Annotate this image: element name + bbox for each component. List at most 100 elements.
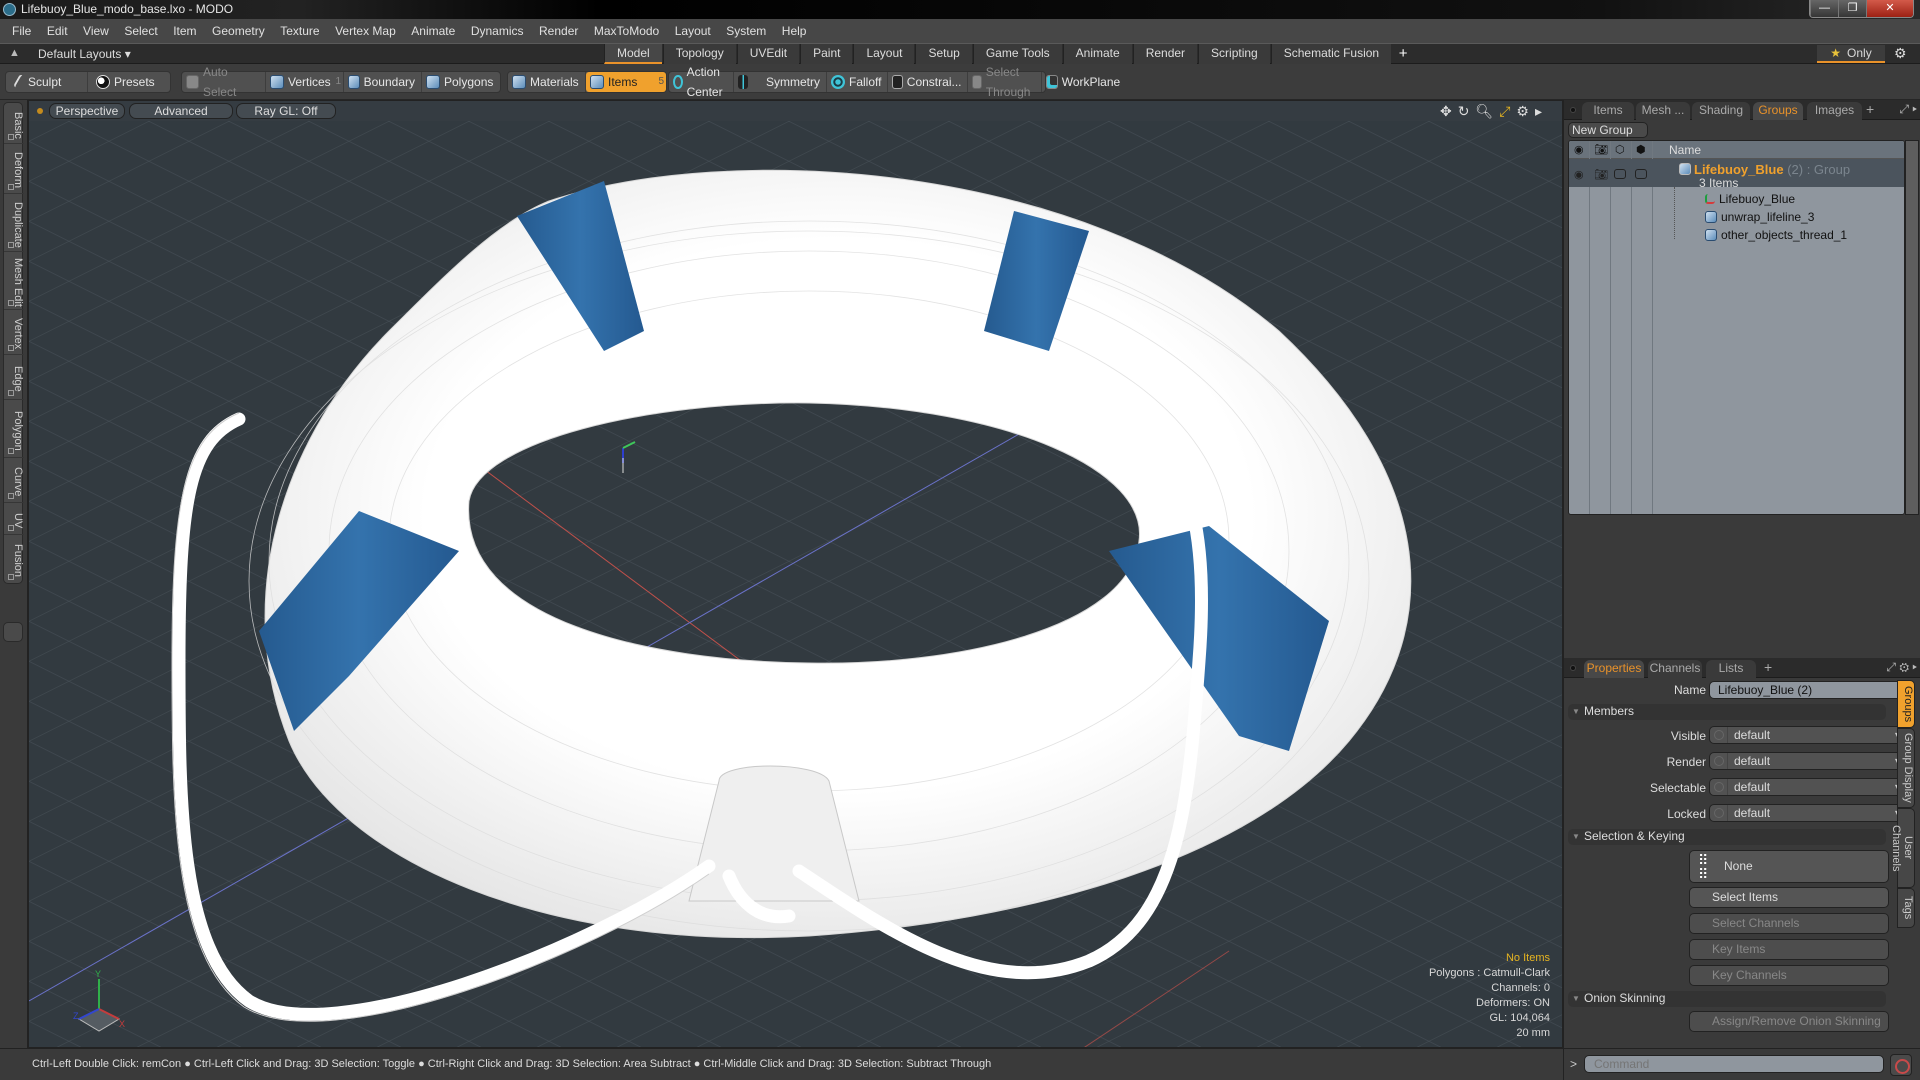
zoom-icon[interactable]: 🔍︎	[1475, 103, 1493, 120]
name-column-header[interactable]: Name	[1669, 143, 1701, 157]
sculpt-button[interactable]: Sculpt	[6, 72, 88, 92]
menu-geometry[interactable]: Geometry	[212, 24, 265, 38]
falloff-button[interactable]: Falloff	[827, 72, 889, 92]
only-toggle[interactable]: ★ Only	[1817, 45, 1885, 63]
side-tab-groups[interactable]: Groups	[1897, 680, 1915, 728]
menu-item[interactable]: Item	[173, 24, 196, 38]
group-visible-eye-icon[interactable]: ◉	[1574, 168, 1584, 181]
constraints-button[interactable]: Constrai...	[888, 72, 969, 92]
onion-skinning-section-header[interactable]: Onion Skinning	[1568, 991, 1886, 1007]
add-panel-tab-icon[interactable]: +	[1866, 101, 1874, 117]
tab-lists[interactable]: Lists	[1706, 660, 1756, 678]
menu-vertex-map[interactable]: Vertex Map	[335, 24, 396, 38]
add-tab-icon[interactable]: +	[1392, 44, 1414, 64]
items-button[interactable]: Items 5	[586, 72, 666, 92]
tab-duplicate[interactable]: Duplicate	[4, 194, 24, 252]
tab-scripting[interactable]: Scripting	[1198, 44, 1270, 64]
menu-texture[interactable]: Texture	[280, 24, 319, 38]
tab-images[interactable]: Images	[1807, 102, 1862, 120]
menu-animate[interactable]: Animate	[411, 24, 455, 38]
tab-schematic-fusion[interactable]: Schematic Fusion	[1270, 44, 1392, 64]
key-items-button[interactable]: Key Items	[1689, 939, 1889, 960]
side-tab-tags[interactable]: Tags	[1897, 888, 1915, 928]
materials-button[interactable]: Materials	[508, 72, 586, 92]
default-layouts-dropdown[interactable]: Default Layouts ▾	[38, 47, 131, 61]
shading-mode-button[interactable]: Advanced	[129, 103, 233, 119]
tab-channels[interactable]: Channels	[1648, 660, 1702, 678]
menu-dynamics[interactable]: Dynamics	[471, 24, 524, 38]
maximize-icon[interactable]: ⤢	[1499, 103, 1510, 120]
gear-icon[interactable]: ⚙	[1894, 45, 1907, 62]
tab-vertex[interactable]: Vertex	[4, 310, 24, 355]
name-field[interactable]: Lifebuoy_Blue (2)	[1709, 681, 1909, 699]
raygl-button[interactable]: Ray GL: Off	[236, 103, 336, 119]
new-group-button[interactable]: New Group	[1568, 122, 1648, 138]
select-through-button[interactable]: Select Through	[968, 65, 1043, 99]
visibility-column-eye-icon[interactable]: ◉	[1574, 143, 1584, 156]
tab-uv[interactable]: UV	[4, 503, 24, 535]
minimize-button[interactable]: —	[1810, 0, 1838, 17]
polygons-button[interactable]: Polygons	[422, 72, 500, 92]
tab-model[interactable]: Model	[604, 44, 662, 64]
tab-shading[interactable]: Shading	[1692, 102, 1750, 120]
menu-file[interactable]: File	[12, 24, 31, 38]
tab-layout[interactable]: Layout	[853, 44, 915, 64]
workplane-button[interactable]: WorkPlane	[1042, 72, 1126, 92]
pan-icon[interactable]: ✥	[1440, 103, 1452, 120]
group-render-camera-icon[interactable]: 📷︎	[1594, 168, 1608, 181]
menu-maxtomodo[interactable]: MaxToModo	[594, 24, 659, 38]
tab-animate[interactable]: Animate	[1062, 44, 1132, 64]
tab-mesh-edit[interactable]: Mesh Edit	[4, 252, 24, 310]
selectable-column-cube-icon[interactable]: ⬡	[1615, 143, 1625, 156]
groups-list[interactable]: ◉ 📷︎ ⬡ ⬢ Name ◉ 📷︎ Lifebuoy_Blue (2) : G…	[1568, 140, 1905, 515]
3d-viewport[interactable]: Perspective Advanced Ray GL: Off ✥ ↻ 🔍︎ …	[28, 100, 1563, 1048]
menu-render[interactable]: Render	[539, 24, 578, 38]
view-mode-button[interactable]: Perspective	[49, 103, 125, 119]
group-member-item[interactable]: unwrap_lifeline_3	[1705, 210, 1814, 224]
rotate-icon[interactable]: ↻	[1458, 103, 1470, 120]
tab-fusion[interactable]: Fusion	[4, 535, 24, 583]
tab-deform[interactable]: Deform	[4, 144, 24, 194]
locked-dropdown[interactable]: default▼	[1709, 804, 1909, 822]
viewport-menu-arrow-icon[interactable]: ▸	[1535, 103, 1542, 120]
command-input[interactable]	[1584, 1055, 1884, 1073]
assign-onion-skinning-button[interactable]: Assign/Remove Onion Skinning	[1689, 1011, 1889, 1032]
tab-topology[interactable]: Topology	[662, 44, 736, 64]
presets-button[interactable]: Presets	[88, 72, 170, 92]
selectable-dropdown[interactable]: default▼	[1709, 778, 1909, 796]
tab-render[interactable]: Render	[1132, 44, 1198, 64]
menu-help[interactable]: Help	[782, 24, 807, 38]
boundary-button[interactable]: Boundary	[344, 72, 422, 92]
render-dropdown[interactable]: default▼	[1709, 752, 1909, 770]
locked-column-cube-icon[interactable]: ⬢	[1636, 143, 1646, 156]
group-locked-toggle[interactable]	[1635, 169, 1647, 179]
tab-properties[interactable]: Properties	[1584, 660, 1644, 678]
menu-edit[interactable]: Edit	[47, 24, 68, 38]
side-tab-user-channels[interactable]: User Channels	[1890, 808, 1915, 888]
tab-curve[interactable]: Curve	[4, 458, 24, 503]
select-items-button[interactable]: Select Items	[1689, 887, 1889, 908]
selection-keying-section-header[interactable]: Selection & Keying	[1568, 829, 1886, 845]
members-section-header[interactable]: Members	[1568, 704, 1886, 720]
action-center-button[interactable]: Action Center	[669, 65, 735, 99]
group-member-item[interactable]: Lifebuoy_Blue	[1705, 192, 1795, 206]
select-channels-button[interactable]: Select Channels	[1689, 913, 1889, 934]
menu-select[interactable]: Select	[124, 24, 157, 38]
tab-mesh[interactable]: Mesh ...	[1636, 102, 1690, 120]
tab-uvedit[interactable]: UVEdit	[736, 44, 800, 64]
tab-items[interactable]: Items	[1582, 102, 1634, 120]
tab-paint[interactable]: Paint	[800, 44, 853, 64]
record-macro-button[interactable]	[1890, 1054, 1912, 1076]
close-button[interactable]: ✕	[1866, 0, 1913, 17]
extra-tab-button[interactable]	[3, 622, 23, 642]
restore-button[interactable]: ❐	[1838, 0, 1866, 17]
visible-dropdown[interactable]: default▼	[1709, 726, 1909, 744]
tab-game-tools[interactable]: Game Tools	[972, 44, 1062, 64]
tab-edge[interactable]: Edge	[4, 355, 24, 400]
panel-settings-icons[interactable]: ⤢ ⚙ ▸	[1886, 660, 1917, 675]
tab-basic[interactable]: Basic	[4, 103, 24, 144]
panel-expand-icon[interactable]: ⤢ ▸	[1899, 102, 1917, 117]
tab-groups[interactable]: Groups	[1753, 102, 1803, 120]
auto-select-button[interactable]: Auto Select	[182, 65, 266, 99]
menu-view[interactable]: View	[83, 24, 109, 38]
